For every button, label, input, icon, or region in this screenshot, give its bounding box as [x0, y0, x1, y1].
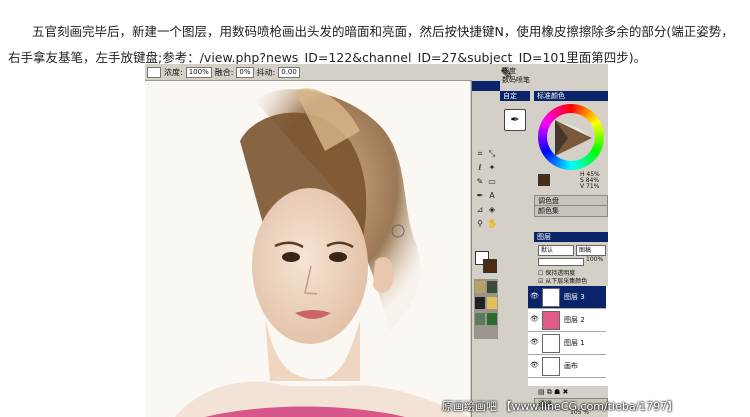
list-item[interactable]: 👁 图层 2 — [528, 309, 606, 332]
zoom-icon[interactable]: ⚲ — [475, 219, 485, 229]
value-readout: V 71% — [580, 183, 600, 190]
pattern-swatch[interactable] — [475, 313, 485, 325]
paper-select[interactable]: 图稿 — [576, 245, 606, 256]
magic-wand-icon[interactable]: ✦ — [487, 163, 497, 173]
opacity-label: 浓度: — [164, 67, 183, 77]
flow-field[interactable]: 0% — [236, 66, 254, 78]
pattern-swatch[interactable] — [487, 313, 497, 325]
tab-color-set[interactable]: 颜色集 — [534, 205, 608, 217]
layer-thumbnail — [542, 357, 560, 376]
layer-name: 图层 2 — [564, 316, 585, 324]
eye-icon[interactable]: 👁 — [530, 361, 539, 369]
pattern-swatch[interactable] — [487, 297, 497, 309]
eraser-icon[interactable]: ▭ — [487, 177, 497, 187]
fill-icon[interactable]: ◈ — [487, 205, 497, 215]
jitter-field[interactable]: 0.00 — [278, 66, 300, 78]
brush-tool-icon[interactable]: ✎ — [475, 177, 485, 187]
list-item[interactable]: 👁 画布 — [528, 355, 606, 378]
layer-name: 图层 3 — [564, 293, 585, 301]
layer-opacity-value: 100% — [586, 256, 604, 263]
zoom-field[interactable] — [147, 66, 161, 78]
toolbox: ⌗ ⤡ ℓ ✦ ✎ ▭ ✒ A ⊿ ◈ ⚲ ✋ — [471, 81, 500, 417]
flow-label: 融合: — [214, 67, 234, 77]
transform-icon[interactable]: ⤡ — [487, 149, 497, 159]
layer-thumbnail — [542, 311, 560, 330]
custom-brush-icon[interactable]: ✒ — [504, 109, 526, 131]
jitter-label: 抖动: — [256, 67, 276, 77]
hand-icon[interactable]: ✋ — [487, 219, 497, 229]
brush-icon[interactable]: ✎ — [500, 64, 513, 83]
sample-merged-checkbox[interactable]: ☑ 从下层采集颜色 — [538, 276, 587, 285]
layers-panel-title: 图层 — [534, 232, 608, 242]
saturation-triangle[interactable] — [538, 104, 604, 170]
layer-name: 图层 1 — [564, 339, 585, 347]
pattern-swatch[interactable] — [475, 297, 485, 309]
eye-icon[interactable]: 👁 — [530, 315, 539, 323]
eye-icon[interactable]: 👁 — [530, 338, 539, 346]
right-panels: 硬度 数码喷笔 ✎ 自定 ✒ 标准颜色 H 45% S 84% V 71% 调色… — [500, 64, 608, 417]
text-icon[interactable]: A — [487, 191, 497, 201]
pen-icon[interactable]: ✒ — [475, 191, 485, 201]
drawing-canvas[interactable] — [145, 81, 470, 417]
brush-options-bar: 浓度: 100% 融合: 0% 抖动: 0.00 — [145, 64, 472, 81]
layer-list: 👁 图层 3 👁 图层 2 👁 图层 1 👁 画布 — [528, 286, 608, 386]
main-color-swatch[interactable] — [483, 259, 497, 273]
article-paragraph: 五官刻画完毕后，新建一个图层，用数码喷枪画出头发的暗面和亮面，然后按快捷键N，使… — [8, 23, 734, 65]
list-item[interactable]: 👁 图层 3 — [528, 286, 606, 309]
sample-merged-label: 从下层采集颜色 — [545, 278, 588, 285]
eye-icon[interactable]: 👁 — [530, 292, 539, 300]
lasso-icon[interactable]: ℓ — [475, 163, 485, 173]
color-panel-title: 标准颜色 — [534, 91, 608, 101]
current-color-swatch[interactable] — [538, 174, 550, 186]
portrait-artwork — [175, 88, 470, 417]
pattern-swatch[interactable] — [487, 281, 497, 293]
layer-action-icons[interactable]: ▤ ⧉ ☗ ✖ — [538, 388, 568, 397]
watermark: 原画绘画吧 【www.lineCG.com/tieba/1797】 — [442, 400, 679, 413]
dropper-icon[interactable]: ⊿ — [475, 205, 485, 215]
painter-screenshot: 浓度: 100% 融合: 0% 抖动: 0.00 ⌗ ⤡ ℓ ✦ ✎ ▭ ✒ A… — [145, 64, 608, 417]
layer-thumbnail — [542, 288, 560, 307]
hue-ring[interactable] — [538, 104, 604, 170]
layer-name: 画布 — [564, 362, 578, 370]
opacity-field[interactable]: 100% — [185, 66, 212, 78]
brush-panel-title: 自定 — [500, 91, 530, 101]
blend-mode-select[interactable]: 默认 — [538, 245, 574, 256]
crop-icon[interactable]: ⌗ — [475, 149, 485, 159]
pattern-swatch[interactable] — [475, 281, 485, 293]
list-item[interactable]: 👁 图层 1 — [528, 332, 606, 355]
toolbox-title-bar — [472, 81, 500, 91]
opacity-slider[interactable] — [538, 258, 584, 266]
layer-thumbnail — [542, 334, 560, 353]
